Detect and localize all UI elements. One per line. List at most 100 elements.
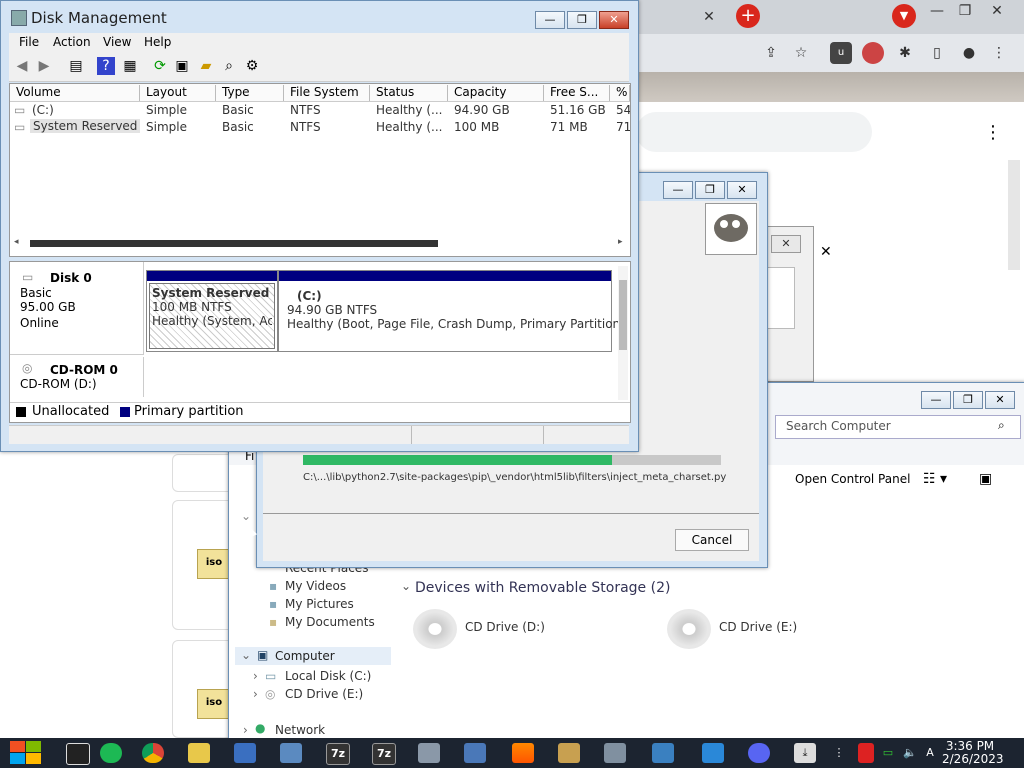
nav-my-documents[interactable]: My Documents [285, 615, 375, 629]
forward-arrow-icon[interactable]: ▶ [35, 57, 53, 75]
column-layout[interactable]: Layout [140, 85, 216, 101]
cd-drive-icon[interactable] [667, 609, 711, 649]
extensions-puzzle-icon[interactable]: ✱ [894, 42, 916, 64]
ublock-icon[interactable]: u [830, 42, 852, 64]
column-status[interactable]: Status [370, 85, 448, 101]
7zip-icon[interactable]: 7z [372, 743, 396, 765]
maximize-icon[interactable]: ❐ [695, 181, 725, 199]
search-input[interactable]: Search Computer ⌕ [775, 415, 1021, 439]
profile-extension-icon[interactable] [862, 42, 884, 64]
bookmark-star-icon[interactable]: ☆ [790, 42, 812, 64]
share-icon[interactable]: ⇪ [760, 42, 782, 64]
maximize-icon[interactable]: ❐ [567, 11, 597, 29]
rescan-icon[interactable]: ▣ [173, 57, 191, 75]
menu-help[interactable]: Help [144, 35, 171, 49]
table-row[interactable]: ▭ System Reserved Simple Basic NTFS Heal… [10, 119, 630, 136]
properties-icon[interactable]: ▦ [121, 57, 139, 75]
help-icon[interactable]: ? [97, 57, 115, 75]
ime-icon[interactable]: A [922, 743, 938, 763]
download-icon[interactable]: ⤓ [794, 743, 816, 763]
new-tab-button[interactable]: + [736, 4, 760, 28]
explorer-window-icon[interactable] [464, 743, 486, 763]
open-folder-icon[interactable]: ▰ [197, 57, 215, 75]
menu-view[interactable]: View [103, 35, 131, 49]
nav-computer[interactable]: Computer [275, 649, 335, 663]
close-icon[interactable]: ✕ [771, 235, 801, 253]
partition-system-reserved[interactable]: System Reserved 100 MB NTFS Healthy (Sys… [146, 270, 278, 352]
page-more-icon[interactable]: ⋮ [984, 122, 1002, 143]
nav-computer-row[interactable]: ⌄ ▣ Computer [235, 647, 391, 665]
minimize-icon[interactable]: — [926, 0, 948, 22]
clock[interactable]: 3:36 PM 2/26/2023 [942, 740, 1004, 766]
console-tree-icon[interactable]: ▤ [67, 57, 85, 75]
volume-icon[interactable]: 🔈 [902, 743, 918, 763]
menu-file[interactable]: File [19, 35, 39, 49]
cd-drive-icon[interactable] [413, 609, 457, 649]
spotify-icon[interactable] [100, 743, 122, 763]
start-button[interactable] [10, 741, 42, 765]
settings-icon[interactable]: ⚙ [243, 57, 261, 75]
disk-management-icon[interactable] [418, 743, 440, 763]
scroll-left-arrow-icon[interactable]: ◂ [14, 237, 19, 247]
chrome-menu-icon[interactable]: ⋮ [988, 42, 1010, 64]
menu-action[interactable]: Action [53, 35, 91, 49]
close-icon[interactable]: ✕ [985, 391, 1015, 409]
nav-cd-drive-e[interactable]: CD Drive (E:) [285, 687, 363, 701]
7zip-icon[interactable]: 7z [326, 743, 350, 765]
panel-close-icon[interactable]: ✕ [820, 244, 832, 260]
nav-my-pictures[interactable]: My Pictures [285, 597, 354, 611]
restore-icon[interactable]: ❐ [954, 0, 976, 22]
app-icon[interactable] [558, 743, 580, 763]
search-icon[interactable]: ⌕ [220, 57, 238, 75]
nav-local-disk[interactable]: Local Disk (C:) [285, 669, 371, 683]
file-explorer-icon[interactable] [188, 743, 210, 763]
maximize-icon[interactable]: ❐ [953, 391, 983, 409]
overflow-icon[interactable]: ⋮ [832, 743, 846, 763]
close-icon[interactable]: ✕ [599, 11, 629, 29]
refresh-icon[interactable]: ⟳ [151, 57, 169, 75]
chevron-right-icon[interactable]: › [243, 723, 248, 737]
discord-icon[interactable] [748, 743, 770, 763]
column-percent-free[interactable]: % [610, 85, 630, 101]
open-control-panel-button[interactable]: Open Control Panel [795, 472, 910, 486]
tab-close-icon[interactable]: ✕ [698, 6, 720, 28]
minimize-icon[interactable]: — [535, 11, 565, 29]
cdrom0-info[interactable]: ◎ CD-ROM 0 CD-ROM (D:) [10, 357, 144, 397]
vlc-icon[interactable] [512, 743, 534, 763]
scroll-right-arrow-icon[interactable]: ▸ [618, 237, 623, 247]
vertical-scrollbar[interactable] [618, 266, 628, 400]
app-icon[interactable] [702, 743, 724, 763]
chevron-down-icon[interactable]: ⌄ [241, 648, 251, 662]
nav-network[interactable]: Network [275, 723, 325, 737]
view-options-icon[interactable]: ☷ ▾ [923, 471, 947, 487]
app-icon[interactable] [234, 743, 256, 763]
flag-icon[interactable] [858, 743, 874, 763]
device-cd-drive-e[interactable]: CD Drive (E:) [719, 620, 797, 634]
app-icon[interactable] [604, 743, 626, 763]
column-capacity[interactable]: Capacity [448, 85, 544, 101]
preview-pane-icon[interactable]: ▣ [979, 471, 992, 487]
disk0-info[interactable]: ▭ Disk 0 Basic 95.00 GB Online [10, 262, 144, 355]
chevron-right-icon[interactable]: › [253, 687, 258, 701]
column-file-system[interactable]: File System [284, 85, 370, 101]
close-icon[interactable]: ✕ [986, 0, 1008, 22]
tab-search-chevron-icon[interactable]: ▼ [892, 4, 916, 28]
page-scrollbar[interactable] [1008, 160, 1020, 270]
chrome-icon[interactable] [142, 743, 164, 763]
partition-c[interactable]: (C:) 94.90 GB NTFS Healthy (Boot, Page F… [278, 270, 625, 352]
column-volume[interactable]: Volume [10, 85, 140, 101]
minimize-icon[interactable]: — [921, 391, 951, 409]
column-type[interactable]: Type [216, 85, 284, 101]
nav-my-videos[interactable]: My Videos [285, 579, 346, 593]
column-free-space[interactable]: Free S... [544, 85, 610, 101]
network-app-icon[interactable] [652, 743, 674, 763]
back-arrow-icon[interactable]: ◀ [13, 57, 31, 75]
device-cd-drive-d[interactable]: CD Drive (D:) [465, 620, 545, 634]
cancel-button[interactable]: Cancel [675, 529, 749, 551]
app-icon[interactable] [280, 743, 302, 763]
minimize-icon[interactable]: — [663, 181, 693, 199]
account-icon[interactable]: ● [958, 42, 980, 64]
page-search-bar[interactable] [636, 112, 872, 152]
network-tray-icon[interactable]: ▭ [880, 743, 896, 763]
table-row[interactable]: ▭ (C:) Simple Basic NTFS Healthy (... 94… [10, 102, 630, 119]
